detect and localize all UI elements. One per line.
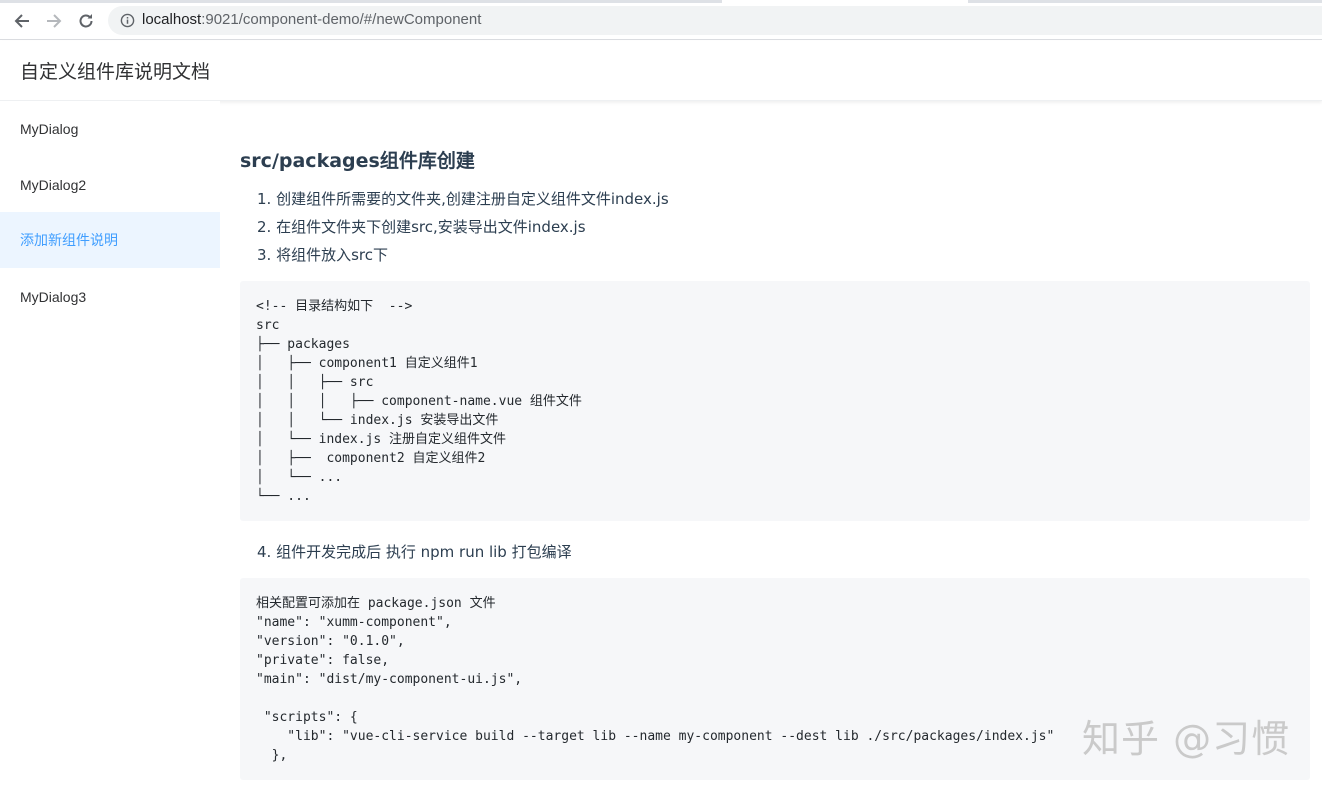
sidebar-item-mydialog2[interactable]: MyDialog2 xyxy=(0,157,220,213)
section-title: src/packages组件库创建 xyxy=(240,150,475,172)
code-line: │ │ ├── src xyxy=(256,375,374,390)
reload-button[interactable] xyxy=(73,8,99,34)
sidebar-item-mydialog3[interactable]: MyDialog3 xyxy=(0,269,220,325)
sidebar-menu: MyDialog MyDialog2 添加新组件说明 MyDialog3 xyxy=(0,101,220,785)
code-line: "name": "xumm-component", xyxy=(256,615,452,630)
step-item: 1. 创建组件所需要的文件夹,创建注册自定义组件文件index.js xyxy=(257,190,669,208)
step-item: 2. 在组件文件夹下创建src,安装导出文件index.js xyxy=(257,218,586,236)
address-bar[interactable]: localhost:9021/component-demo/#/newCompo… xyxy=(108,6,1322,35)
arrow-right-icon xyxy=(47,14,62,28)
tab-strip-segment xyxy=(0,0,722,3)
reload-icon xyxy=(79,14,93,28)
code-line: ├── packages xyxy=(256,337,350,352)
tab-strip-edge xyxy=(0,0,1322,4)
code-line: }, xyxy=(256,748,288,763)
back-button[interactable] xyxy=(9,8,35,34)
code-line: │ └── index.js 注册自定义组件文件 xyxy=(256,432,507,447)
code-line: "scripts": { xyxy=(256,710,358,725)
code-line: │ ├── component1 自定义组件1 xyxy=(256,356,478,371)
code-line: │ ├── component2 自定义组件2 xyxy=(256,451,486,466)
zhihu-watermark: 知乎 @习惯 xyxy=(1082,717,1291,761)
browser-toolbar: localhost:9021/component-demo/#/newCompo… xyxy=(0,0,1322,40)
code-line: "private": false, xyxy=(256,653,390,668)
code-line: │ └── ... xyxy=(256,470,343,485)
code-line: "main": "dist/my-component-ui.js", xyxy=(256,672,523,687)
url-host: localhost xyxy=(142,11,202,28)
url-text: localhost:9021/component-demo/#/newCompo… xyxy=(142,11,481,28)
step-item: 4. 组件开发完成后 执行 npm run lib 打包编译 xyxy=(257,543,572,561)
arrow-left-icon xyxy=(14,14,29,28)
code-line: │ │ │ ├── component-name.vue 组件文件 xyxy=(256,394,582,409)
info-circle-icon[interactable] xyxy=(120,13,135,28)
code-line: "version": "0.1.0", xyxy=(256,634,405,649)
code-line: "lib": "vue-cli-service build --target l… xyxy=(256,729,1055,744)
code-line: <!-- 目录结构如下 --> xyxy=(256,299,413,314)
step-item: 3. 将组件放入src下 xyxy=(257,246,388,264)
code-line: └── ... xyxy=(256,489,311,504)
code-line: │ │ └── index.js 安装导出文件 xyxy=(256,413,499,428)
code-line: src xyxy=(256,318,280,333)
app-header: 自定义组件库说明文档 xyxy=(0,41,1322,101)
code-line: 相关配置可添加在 package.json 文件 xyxy=(256,596,496,611)
forward-button[interactable] xyxy=(41,8,67,34)
app-title: 自定义组件库说明文档 xyxy=(20,61,211,83)
url-path: :9021/component-demo/#/newComponent xyxy=(201,11,482,28)
directory-tree-code-block: <!-- 目录结构如下 --> src ├── packages │ ├── c… xyxy=(240,281,1310,521)
tab-strip-segment xyxy=(968,0,1322,3)
sidebar-item-add-new-component[interactable]: 添加新组件说明 xyxy=(0,212,220,268)
sidebar-item-mydialog[interactable]: MyDialog xyxy=(0,101,220,157)
